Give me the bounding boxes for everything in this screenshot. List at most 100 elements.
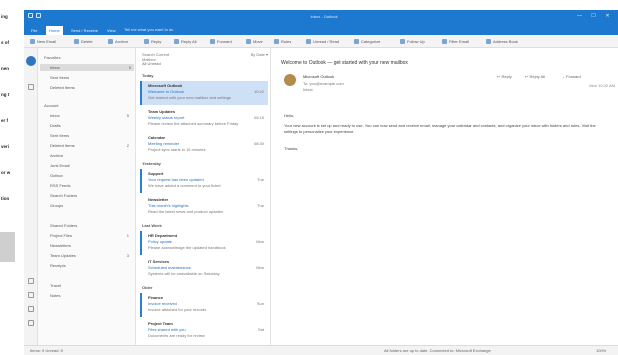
- folder-item[interactable]: Team Updates 3: [50, 252, 132, 259]
- message-sender: Calendar: [148, 135, 166, 140]
- reply-button[interactable]: ↩ Reply: [497, 74, 512, 80]
- maximize-button[interactable]: ☐: [590, 13, 597, 20]
- list-item[interactable]: HR Department Policy update Please ackno…: [140, 231, 268, 255]
- folder-item[interactable]: Notes: [50, 292, 132, 299]
- forward-button[interactable]: Forward: [210, 38, 232, 45]
- folder-item[interactable]: Deleted Items 2: [50, 142, 132, 149]
- mail-icon[interactable]: [28, 84, 34, 90]
- reply-all-button[interactable]: ↩ Reply All: [525, 74, 545, 80]
- move-icon: [246, 39, 251, 45]
- sort-dropdown[interactable]: By Date ▾: [224, 52, 268, 58]
- close-button[interactable]: ✕: [604, 13, 611, 20]
- tell-me-box[interactable]: Tell me what you want to do: [124, 27, 184, 33]
- group-header: Older: [142, 285, 153, 290]
- folder-item[interactable]: Inbox 5: [50, 112, 132, 119]
- folder-item[interactable]: Search Folders: [50, 192, 132, 199]
- zoom-level[interactable]: 100%: [596, 348, 606, 354]
- folder-item[interactable]: Newsletters: [50, 242, 132, 249]
- list-item[interactable]: Team Updates Weekly status report Please…: [140, 107, 268, 131]
- folder-item[interactable]: Sent Items: [50, 74, 132, 81]
- sender-name[interactable]: Microsoft Outlook: [303, 74, 383, 79]
- address-book-button[interactable]: Address Book: [486, 38, 518, 45]
- tab-view[interactable]: View: [104, 26, 119, 35]
- folder-item-selected[interactable]: Inbox 5: [40, 64, 134, 71]
- save-icon[interactable]: [28, 13, 33, 18]
- new-email-button[interactable]: New Email: [30, 38, 56, 45]
- delete-button[interactable]: Delete: [74, 38, 93, 45]
- minimize-button[interactable]: —: [576, 13, 583, 20]
- folder-item[interactable]: Favorites: [44, 54, 132, 61]
- folder-item[interactable]: Project Files 1: [50, 232, 132, 239]
- unread-count: 5: [126, 113, 129, 118]
- folder-item[interactable]: Shared Folders: [50, 222, 132, 229]
- message-preview: Read the latest news and product updates: [148, 209, 223, 214]
- folder-item[interactable]: Junk Email: [50, 162, 132, 169]
- list-item[interactable]: Microsoft Outlook Welcome to Outlook Get…: [140, 81, 268, 105]
- background-app-strip: ing s of nen ng t er f veri or w tion: [0, 0, 24, 355]
- tab-send-receive[interactable]: Send / Receive: [68, 26, 101, 35]
- rules-button[interactable]: Rules: [274, 38, 291, 45]
- account-avatar[interactable]: [26, 56, 36, 66]
- folder-item[interactable]: Sent Items: [50, 132, 132, 139]
- folder-item[interactable]: Drafts: [50, 122, 132, 129]
- archive-button[interactable]: Archive: [108, 38, 128, 45]
- folder-item[interactable]: Deleted Items: [50, 84, 132, 91]
- reply-all-button[interactable]: Reply All: [174, 38, 197, 45]
- quick-access-toolbar: [28, 13, 58, 20]
- strip-word: tion: [1, 196, 10, 201]
- folder-item[interactable]: Groups: [50, 202, 132, 209]
- search-input[interactable]: Search Current Mailbox: [142, 52, 178, 62]
- message-time: 10:42: [253, 89, 264, 94]
- strip-word: s of: [1, 40, 10, 45]
- message-sender: Project Team: [148, 321, 173, 326]
- folder-item[interactable]: Outbox: [50, 172, 132, 179]
- strip-word: veri: [1, 144, 10, 149]
- message-subject: Meeting reminder: [148, 141, 180, 146]
- forward-button[interactable]: → Forward: [561, 74, 581, 80]
- move-button[interactable]: Move: [246, 38, 263, 45]
- folder-label: Shared Folders: [50, 223, 78, 228]
- categorize-button[interactable]: Categorize: [354, 38, 380, 45]
- item-count: Items: 9 Unread: 5: [30, 348, 63, 353]
- folder-label: Inbox: [50, 65, 60, 70]
- ribbon-label: Forward: [217, 39, 232, 44]
- message-sender: Team Updates: [148, 109, 176, 114]
- reply-button[interactable]: Reply: [144, 38, 161, 45]
- follow-up-button[interactable]: Follow Up: [400, 38, 425, 45]
- list-item[interactable]: Finance Invoice received Invoice attache…: [140, 293, 268, 317]
- tab-home[interactable]: Home: [46, 26, 63, 35]
- message-subject: Policy update: [148, 239, 173, 244]
- list-item[interactable]: Project Team Files shared with you Docum…: [140, 319, 268, 343]
- folder-item[interactable]: Receipts: [50, 262, 132, 269]
- calendar-icon[interactable]: [28, 278, 34, 284]
- folder-item[interactable]: RSS Feeds: [50, 182, 132, 189]
- filter-tabs[interactable]: All Unread: [142, 61, 232, 67]
- people-icon[interactable]: [28, 292, 34, 298]
- group-header: Last Week: [142, 223, 162, 228]
- list-item[interactable]: IT Services Scheduled maintenance System…: [140, 257, 268, 281]
- folder-item[interactable]: Archive: [50, 152, 132, 159]
- message-preview: Project sync starts in 15 minutes: [148, 147, 206, 152]
- list-item[interactable]: Support Your request has been updated We…: [140, 169, 268, 193]
- undo-icon[interactable]: [36, 13, 42, 18]
- strip-word: ing: [1, 14, 8, 19]
- folder-item[interactable]: Travel: [50, 282, 132, 289]
- message-preview: Documents are ready for review: [148, 333, 205, 338]
- read-unread-button[interactable]: Unread / Read: [306, 38, 339, 45]
- tasks-icon[interactable]: [28, 306, 34, 312]
- filter-email-button[interactable]: Filter Email: [442, 38, 469, 45]
- more-apps-icon[interactable]: [28, 320, 34, 326]
- list-item[interactable]: Newsletter This month's highlights Read …: [140, 195, 268, 219]
- strip-word: nen: [1, 66, 10, 71]
- ribbon-label: Filter Email: [449, 39, 470, 44]
- reply-all-icon: [174, 39, 179, 45]
- forward-icon: [210, 39, 215, 45]
- message-sender: Support: [148, 171, 164, 176]
- address-book-icon: [486, 39, 491, 45]
- folder-item[interactable]: Account: [44, 102, 132, 109]
- list-item[interactable]: Calendar Meeting reminder Project sync s…: [140, 133, 268, 157]
- message-sender: Microsoft Outlook: [148, 83, 183, 88]
- tab-file[interactable]: File: [28, 26, 40, 35]
- folder-label: RSS Feeds: [50, 183, 71, 188]
- message-preview: Systems will be unavailable on Saturday: [148, 271, 220, 276]
